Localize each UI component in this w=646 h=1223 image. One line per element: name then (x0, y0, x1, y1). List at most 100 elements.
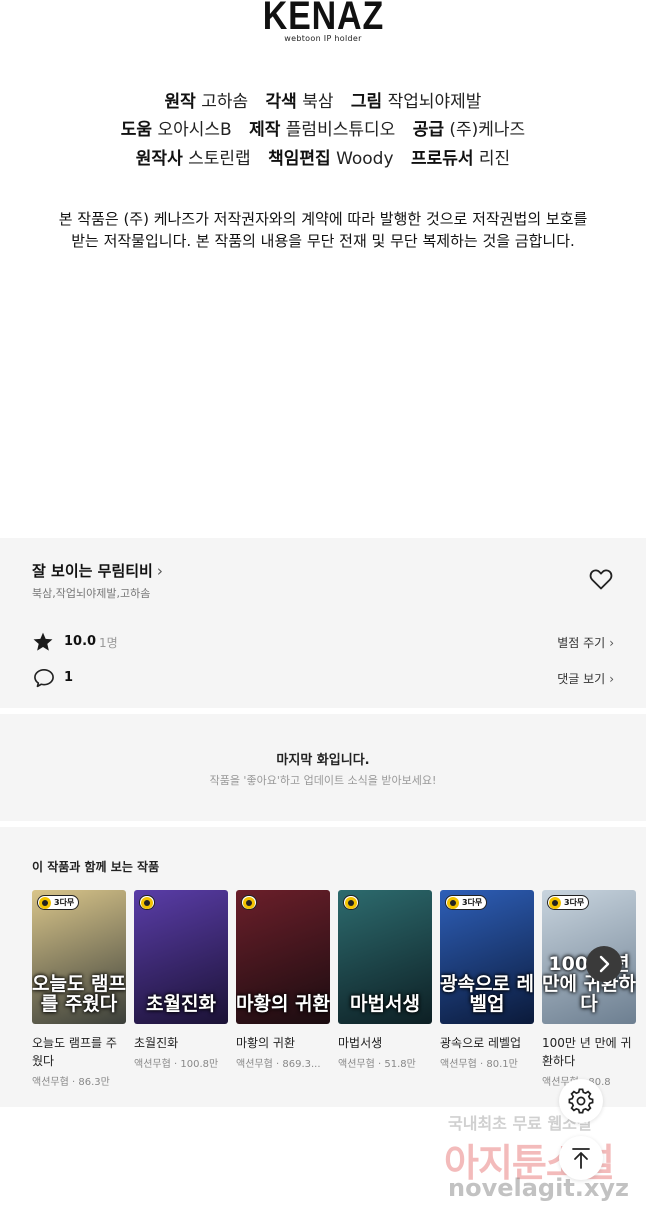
recommendation-genre: 액션무협 (338, 1059, 375, 1070)
recommendation-title: 오늘도 램프를 주웠다 (32, 1036, 117, 1068)
credit-line: 원작 고하솜 각색 북삼 그림 작업뇌야제발 (0, 87, 646, 112)
separator: · (476, 1059, 487, 1070)
rating-row: 10.0 1명 별점 주기 › (32, 630, 614, 654)
site-watermark: 국내최초 무료 웹소설 아지툰소설 novelagit.xyz (440, 1108, 640, 1218)
credit-role: 각색 (265, 92, 297, 112)
settings-button[interactable] (559, 1079, 603, 1123)
recommendation-genre: 액션무협 (32, 1077, 69, 1088)
credit-name: Woody (336, 149, 394, 169)
recommendation-title: 광속으로 레벨업 (440, 1036, 522, 1050)
recommendation-card[interactable]: 마황의 귀환 마황의 귀환 액션무협 · 869.3... (236, 890, 330, 1070)
recommendation-title: 마법서생 (338, 1036, 383, 1050)
recommendation-genre: 액션무협 (134, 1059, 171, 1070)
recommendation-card[interactable]: 초월진화 초월진화 액션무협 · 100.8만 (134, 890, 228, 1070)
credit-role: 원작사 (135, 149, 183, 169)
recommendation-meta: 액션무협 · 86.3만 (32, 1073, 126, 1088)
view-comments-button[interactable]: 댓글 보기 › (557, 670, 614, 687)
rate-button-label: 별점 주기 (557, 636, 606, 650)
scroll-top-button[interactable] (559, 1136, 603, 1180)
work-title: 잘 보이는 무림티비 (32, 562, 153, 580)
chevron-right-icon: › (609, 636, 614, 650)
cover-title-art: 광속으로 레벨업 (440, 973, 534, 1015)
recommendation-meta: 액션무협 · 51.8만 (338, 1055, 432, 1070)
badge-label: 3다무 (462, 898, 483, 907)
arrow-up-icon (572, 1148, 590, 1169)
cover-thumbnail: 초월진화 (134, 890, 228, 1024)
credit-name: 북삼 (302, 92, 334, 112)
publisher-logo: KENAZ webtoon IP holder (0, 0, 646, 43)
comment-icon (34, 669, 54, 688)
clock-icon (39, 896, 51, 909)
copyright-line: 받는 저작물입니다. 본 작품의 내용을 무단 전재 및 무단 복제하는 것을 … (71, 232, 575, 250)
credit-name: (주)케나즈 (449, 120, 526, 140)
separator: · (374, 1059, 385, 1070)
carousel-next-button[interactable] (586, 946, 622, 982)
cover-thumbnail: 3다무오늘도 램프를 주웠다 (32, 890, 126, 1024)
recommendations-title: 이 작품과 함께 보는 작품 (32, 860, 160, 874)
recommendation-card[interactable]: 3다무 오늘도 램프를 주웠다 오늘도 램프를 주웠다 액션무협 · 86.3만 (32, 890, 126, 1088)
rating-count: 1명 (99, 636, 118, 650)
recommendation-meta: 액션무협 · 100.8만 (134, 1055, 228, 1070)
comment-row: 1 댓글 보기 › (32, 666, 614, 690)
separator: · (170, 1059, 181, 1070)
recommendation-card[interactable]: 마법서생 마법서생 액션무협 · 51.8만 (338, 890, 432, 1070)
credit-role: 그림 (350, 92, 383, 112)
credit-name: 작업뇌야제발 (387, 92, 482, 112)
clock-icon (549, 896, 561, 909)
credit-role: 제작 (249, 120, 281, 140)
separator: · (68, 1077, 79, 1088)
settings-icon (568, 1088, 594, 1114)
logo-name: KENAZ (262, 0, 384, 38)
free-wait-badge (343, 895, 359, 910)
free-wait-badge (139, 895, 155, 910)
recommendation-title: 마황의 귀환 (236, 1036, 296, 1050)
credit-name: 리진 (478, 149, 511, 169)
free-wait-badge (241, 895, 257, 910)
credit-line: 원작사 스토린랩 책임편집 Woody 프로듀서 리진 (0, 144, 646, 169)
clock-icon (141, 896, 153, 909)
credits-page: KENAZ webtoon IP holder 원작 고하솜 각색 북삼 그림 … (0, 0, 646, 538)
credit-role: 원작 (164, 92, 196, 112)
recommendation-views: 80.1만 (486, 1059, 518, 1070)
recommendation-views: 100.8만 (180, 1059, 219, 1070)
recommendation-card[interactable]: 3다무100만 년 만에 귀환하다100만 년 만에 귀환하다액션무협 · 80… (542, 890, 636, 1088)
clock-icon (447, 896, 459, 909)
credit-role: 프로듀서 (410, 149, 474, 169)
rate-button[interactable]: 별점 주기 › (557, 634, 614, 651)
cover-title-art: 오늘도 램프를 주웠다 (32, 973, 126, 1015)
work-title-link[interactable]: 잘 보이는 무림티비 › (32, 560, 163, 581)
comment-count: 1 (64, 670, 74, 685)
star-icon (33, 632, 53, 651)
cover-title-art: 마황의 귀환 (236, 993, 330, 1015)
badge-label: 3다무 (54, 898, 75, 907)
heart-icon[interactable] (589, 568, 613, 590)
view-comments-label: 댓글 보기 (557, 672, 606, 686)
credit-name: 스토린랩 (188, 149, 251, 169)
cover-thumbnail: 마법서생 (338, 890, 432, 1024)
clock-icon (243, 896, 255, 909)
recommendation-card[interactable]: 3다무 광속으로 레벨업 광속으로 레벨업 액션무협 · 80.1만 (440, 890, 534, 1070)
work-authors: 북삼,작업뇌야제발,고하솜 (32, 587, 151, 600)
recommendation-views: 86.3만 (78, 1077, 110, 1088)
free-wait-badge: 3다무 (37, 895, 80, 910)
credit-role: 공급 (412, 120, 444, 140)
recommendations-panel: 이 작품과 함께 보는 작품 3다무 오늘도 램프를 주웠다 오늘도 램프를 주웠다… (0, 827, 646, 1107)
recommendation-views: 869.3... (282, 1059, 321, 1070)
chevron-right-icon (599, 955, 610, 973)
recommendation-genre: 액션무협 (440, 1059, 477, 1070)
recommendation-meta: 액션무협 · 869.3... (236, 1055, 330, 1070)
rating-score: 10.0 (64, 634, 97, 649)
credit-name: 고하솜 (201, 92, 249, 112)
recommendation-genre: 액션무협 (236, 1059, 273, 1070)
credit-role: 책임편집 (268, 149, 331, 169)
free-wait-badge: 3다무 (547, 895, 590, 910)
cover-title-art: 마법서생 (350, 993, 420, 1015)
recommendation-meta: 액션무협 · 80.1만 (440, 1055, 534, 1070)
credit-name: 플럼비스튜디오 (285, 120, 396, 140)
credit-role: 도움 (120, 120, 153, 140)
cover-title-art: 초월진화 (146, 993, 216, 1015)
chevron-right-icon: › (609, 672, 614, 686)
recommendation-views: 51.8만 (384, 1059, 416, 1070)
badge-label: 3다무 (564, 898, 585, 907)
copyright-line: 본 작품은 (주) 케나즈가 저작권자와의 계약에 따라 발행한 것으로 저작권… (58, 210, 588, 228)
